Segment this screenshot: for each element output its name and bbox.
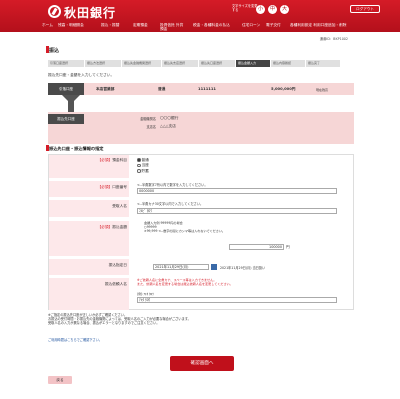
account-hint: <--半角数字7桁以内で数字を入力してください。 — [137, 183, 208, 187]
step-1: 引落口座選択 — [48, 60, 84, 67]
progress-steps: 引落口座選択 振込方法選択 振込先金融機関選択 振込先支店選択 振込先口座選択 … — [48, 60, 348, 67]
payee-hint: <--半角カナ30文字以内で入力してください。 — [137, 202, 204, 206]
from-type: 普通 — [158, 87, 166, 91]
amount-unit: 円 — [286, 245, 290, 249]
step-8: 振込完了 — [306, 60, 340, 67]
payee-label-cell: 受取人名 — [49, 200, 129, 217]
nav-settings[interactable]: 各種利用設定 利用口座追加・削除 — [290, 23, 352, 27]
bank-logo-icon — [48, 5, 61, 18]
subject-label: 預金科目 — [112, 158, 127, 162]
nav-deposit[interactable]: 定期預金 — [133, 23, 148, 27]
amount-label: 振込金額 — [112, 225, 127, 229]
help-link[interactable]: ご利用時間はこちらでご確認下さい。 — [48, 337, 102, 342]
step-3: 振込先金融機関選択 — [122, 60, 161, 67]
nav-tax[interactable]: 税金・各種料金の払込 — [193, 23, 230, 27]
nav-investment[interactable]: 投資信託 外貨預金 — [160, 23, 186, 31]
to-branch-label: 支店名 — [146, 125, 156, 129]
required-tag: 【必須】 — [97, 185, 113, 189]
client-name-input[interactable]: ｱｷﾀ ﾀﾛｳ — [137, 297, 337, 303]
amount-label-cell: 【必須】振込金額 — [49, 221, 129, 256]
client-example: (例) ｱｷﾀ ﾀﾛｳ — [137, 292, 154, 296]
account-number-input[interactable]: 0000000 — [137, 188, 337, 194]
step-5: 振込先口座選択 — [199, 60, 235, 67]
required-tag: 【必須】 — [97, 158, 113, 162]
step-2: 振込方法選択 — [85, 60, 121, 67]
back-button[interactable]: 戻る — [48, 376, 72, 384]
amount-note: 金額入力例 99999円の場合 ○99999 ×99,999 <--数字の間にカ… — [144, 221, 226, 233]
fontsize-medium-button[interactable]: 中 — [268, 5, 277, 14]
page-title: 振込 — [49, 48, 60, 54]
radio-on-icon[interactable] — [137, 158, 141, 162]
to-branch: △△△支店 — [160, 123, 176, 128]
to-account-label: 振込先口座 — [48, 114, 84, 124]
amount-input[interactable]: 100000 — [229, 244, 284, 250]
account-label-cell: 【必須】口座番号 — [49, 181, 129, 197]
screen-id: 通番ID：BKP1002 — [319, 37, 348, 41]
required-tag: 【必須】 — [97, 225, 113, 229]
date-label: 振込指定日 — [108, 263, 127, 267]
section-title: 振込先口座・振込情報の指定 — [49, 146, 104, 151]
from-branch: 本店営業部 — [96, 87, 115, 91]
client-note: ※ご依頼人名に全角カナ、スペース等は入力できません。 また、依頼人名を変更する場… — [137, 278, 233, 286]
nav-transfer[interactable]: 振込・振替 — [101, 23, 119, 27]
flow-arrow-icon — [62, 95, 80, 104]
subject-label-cell: 【必須】預金科目 — [49, 155, 129, 178]
radio-chochiku-label: 貯蓄 — [141, 168, 149, 173]
radio-futsu[interactable]: 普通 — [137, 158, 149, 162]
date-note: 2021年11月29日(月) 当日扱い — [220, 266, 266, 270]
radio-touza[interactable]: 当座 — [137, 163, 149, 167]
step-6-active: 振込金額入力 — [236, 60, 270, 67]
from-account-label: 引落口座 — [48, 83, 84, 95]
from-number: 1111111 — [198, 87, 216, 91]
radio-chochiku[interactable]: 貯蓄 — [137, 169, 149, 173]
date-label-cell: 振込指定日 — [49, 259, 129, 275]
to-bank: 〇〇〇銀行 — [160, 115, 179, 120]
confirm-button[interactable]: 確認画面へ — [170, 356, 234, 371]
subject-radio-group: 普通 当座 貯蓄 — [137, 158, 149, 173]
transfer-form: 【必須】預金科目 普通 当座 貯蓄 【必須】口座番号 <--半角数字7桁以内で数… — [48, 154, 354, 310]
transfer-date-select[interactable]: 2021年11月29日(月) — [153, 264, 209, 270]
nav-home[interactable]: ホーム — [42, 23, 53, 27]
to-account-row: 振込先口座 金融機関名 〇〇〇銀行 支店名 △△△支店 — [48, 112, 354, 144]
instruction-text: 振込先口座・金額を入力してください。 — [48, 73, 115, 77]
from-balance-label: 現在残高 — [316, 87, 329, 92]
account-label: 口座番号 — [112, 185, 127, 189]
notes: ※ご指定の振込先口座が正しいか必ずご確認ください。 お振込の受付時間・お振込先の… — [48, 313, 191, 326]
logout-button[interactable]: ログアウト — [350, 5, 380, 13]
payee-label: 受取人名 — [112, 204, 127, 208]
from-account-row: 引落口座 本店営業部 普通 1111111 5,000,000円 現在残高 — [48, 83, 354, 95]
radio-off-icon[interactable] — [137, 169, 141, 173]
fontsize-small-button[interactable]: 小 — [256, 5, 265, 14]
bank-logo: 秋田銀行 — [64, 6, 117, 20]
client-label-cell: 振込依頼人名 — [49, 278, 129, 310]
nav-balance[interactable]: 残高・明細照会 — [58, 23, 84, 27]
global-nav: ホーム 残高・明細照会 振込・振替 定期預金 投資信託 外貨預金 税金・各種料金… — [0, 22, 400, 33]
step-4: 振込先支店選択 — [162, 60, 198, 67]
step-7: 振込内容確認 — [271, 60, 305, 67]
fontsize-large-button[interactable]: 大 — [280, 5, 289, 14]
calendar-icon[interactable] — [211, 264, 217, 270]
client-label: 振込依頼人名 — [104, 282, 127, 286]
payee-name-input[interactable]: ﾏﾙﾋﾞ ﾀﾛｳ — [137, 208, 337, 214]
nav-edelivery[interactable]: 電子交付 — [266, 23, 281, 27]
fontsize-label: 文字サイズを変更する — [232, 4, 258, 12]
radio-futsu-label: 普通 — [141, 158, 149, 162]
from-balance: 5,000,000円 — [271, 87, 296, 91]
radio-off-icon[interactable] — [137, 163, 141, 168]
radio-touza-label: 当座 — [141, 163, 149, 168]
nav-loan[interactable]: 住宅ローン — [242, 23, 260, 27]
to-bank-label: 金融機関名 — [140, 117, 156, 121]
